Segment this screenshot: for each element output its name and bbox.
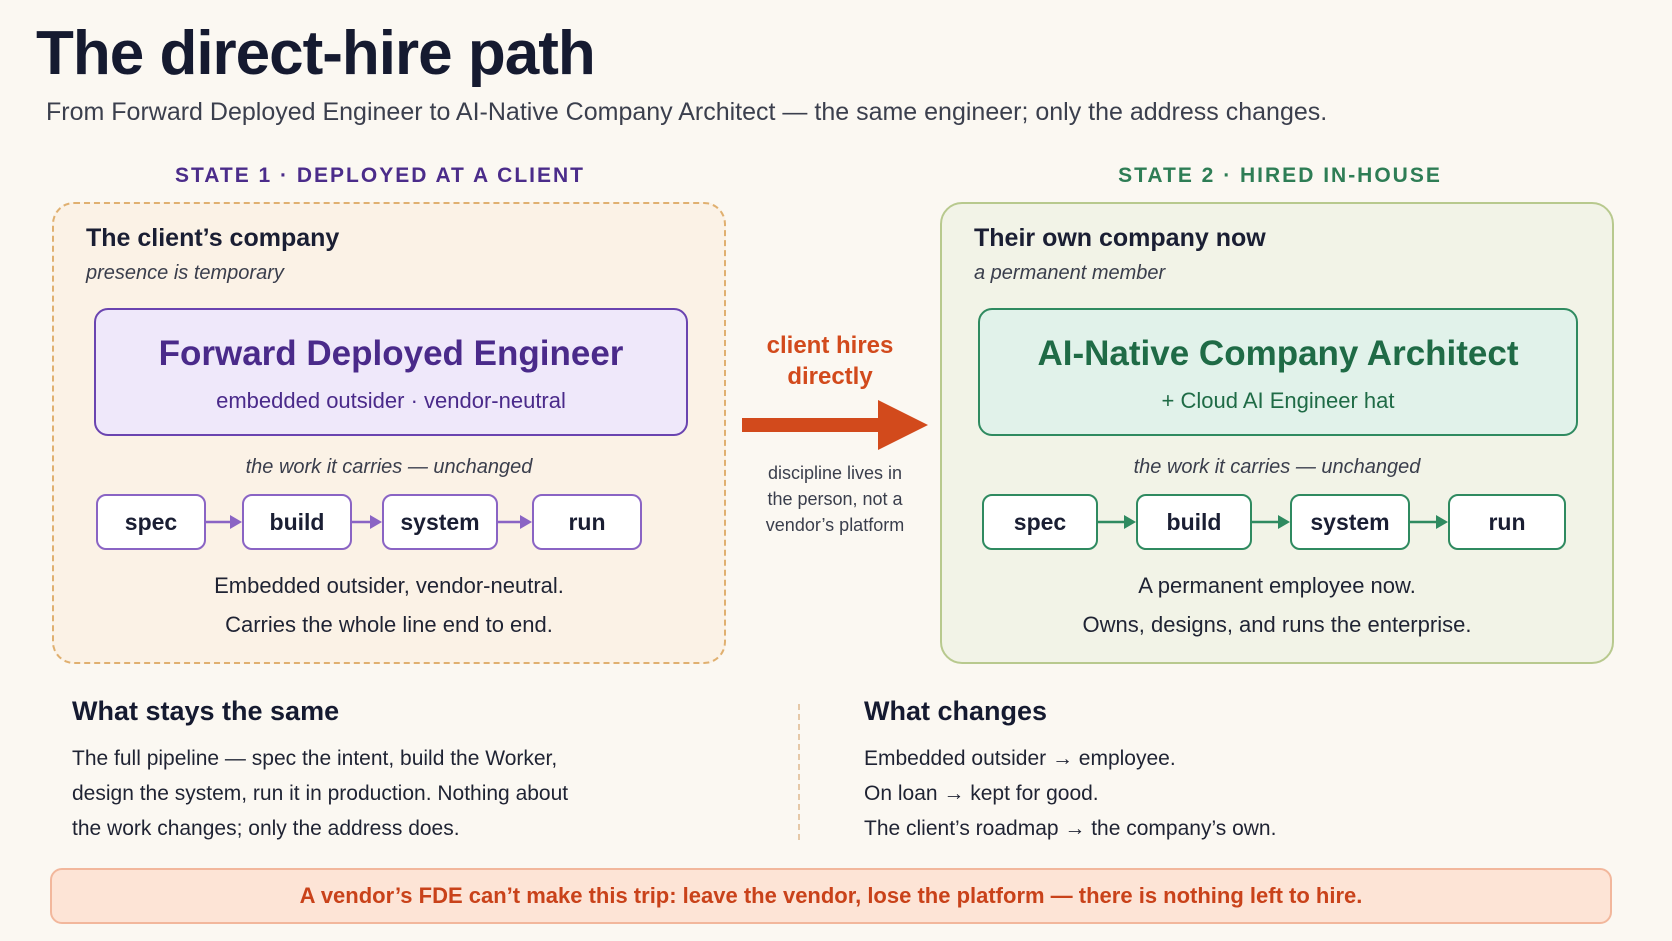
- hire-arrow-icon: [742, 400, 928, 450]
- state1-step-build: build: [242, 494, 352, 550]
- transition-label-line: directly: [787, 363, 873, 390]
- warning-banner: A vendor’s FDE can’t make this trip: lea…: [50, 868, 1612, 924]
- state1-pipeline: spec build system run: [54, 494, 724, 550]
- state1-work-caption: the work it carries — unchanged: [245, 456, 533, 478]
- state2-connector-arrow: [1410, 515, 1448, 529]
- state1-step-system: system: [382, 494, 498, 550]
- state1-note: presence is temporary: [86, 262, 284, 284]
- state1-label: STATE 1 · DEPLOYED AT A CLIENT: [174, 164, 585, 187]
- architect-role-box: AI-Native Company Architect + Cloud AI E…: [978, 308, 1578, 436]
- state2-connector-arrow: [1252, 515, 1290, 529]
- what-stays-line: the work changes; only the address does.: [72, 817, 460, 840]
- state2-step-system: system: [1290, 494, 1410, 550]
- fde-role-subtitle: embedded outsider · vendor-neutral: [216, 388, 566, 413]
- state2-label: STATE 2 · HIRED IN-HOUSE: [1118, 164, 1442, 187]
- state2-note: a permanent member: [974, 262, 1166, 284]
- page-subtitle: From Forward Deployed Engineer to AI-Nat…: [46, 98, 1328, 126]
- state2-connector-arrow: [1098, 515, 1136, 529]
- state2-step-run: run: [1448, 494, 1566, 550]
- page-title: The direct-hire path: [36, 19, 596, 88]
- what-changes-line: Embedded outsider → employee.: [864, 747, 1176, 770]
- what-stays-heading: What stays the same: [72, 696, 340, 726]
- what-stays-line: design the system, run it in production.…: [72, 782, 569, 805]
- transition-note-line: vendor’s platform: [765, 515, 905, 535]
- state2-panel: Their own company now a permanent member…: [940, 202, 1614, 664]
- transition-note: discipline lives in the person, not a ve…: [735, 460, 935, 538]
- architect-role-title: AI-Native Company Architect: [1037, 334, 1519, 373]
- transition-note-line: discipline lives in: [767, 463, 903, 483]
- what-changes-line: On loan → kept for good.: [864, 782, 1099, 805]
- state1-connector-arrow: [498, 515, 532, 529]
- fde-role-title: Forward Deployed Engineer: [158, 334, 624, 373]
- transition-label: client hires directly: [720, 330, 940, 392]
- state1-heading: The client’s company: [86, 224, 340, 252]
- state2-desc-line: A permanent employee now.: [1138, 573, 1416, 598]
- state1-connector-arrow: [206, 515, 242, 529]
- state2-heading: Their own company now: [974, 224, 1266, 252]
- direct-hire-diagram: The direct-hire path From Forward Deploy…: [0, 0, 1672, 941]
- transition-label-line: client hires: [766, 332, 894, 359]
- section-divider: [798, 704, 800, 840]
- state2-step-spec: spec: [982, 494, 1098, 550]
- state2-pipeline: spec build system run: [942, 494, 1612, 550]
- state1-desc-line: Embedded outsider, vendor-neutral.: [214, 573, 564, 598]
- what-changes-heading: What changes: [864, 696, 1048, 726]
- state1-description: Embedded outsider, vendor-neutral. Carri…: [54, 566, 724, 644]
- what-stays-line: The full pipeline — spec the intent, bui…: [72, 747, 558, 770]
- state1-step-spec: spec: [96, 494, 206, 550]
- what-changes-section: What changes Embedded outsider → employe…: [864, 696, 1504, 846]
- state1-step-run: run: [532, 494, 642, 550]
- state1-connector-arrow: [352, 515, 382, 529]
- state2-work-caption: the work it carries — unchanged: [1133, 456, 1421, 478]
- transition-note-line: the person, not a: [767, 489, 903, 509]
- state2-step-build: build: [1136, 494, 1252, 550]
- what-changes-line: The client’s roadmap → the company’s own…: [864, 817, 1277, 840]
- architect-role-subtitle: + Cloud AI Engineer hat: [1161, 388, 1395, 413]
- what-stays-section: What stays the same The full pipeline — …: [72, 696, 712, 846]
- state1-panel: The client’s company presence is tempora…: [52, 202, 726, 664]
- state2-description: A permanent employee now. Owns, designs,…: [942, 566, 1612, 644]
- state1-desc-line: Carries the whole line end to end.: [225, 612, 553, 637]
- state2-desc-line: Owns, designs, and runs the enterprise.: [1082, 612, 1472, 637]
- fde-role-box: Forward Deployed Engineer embedded outsi…: [94, 308, 688, 436]
